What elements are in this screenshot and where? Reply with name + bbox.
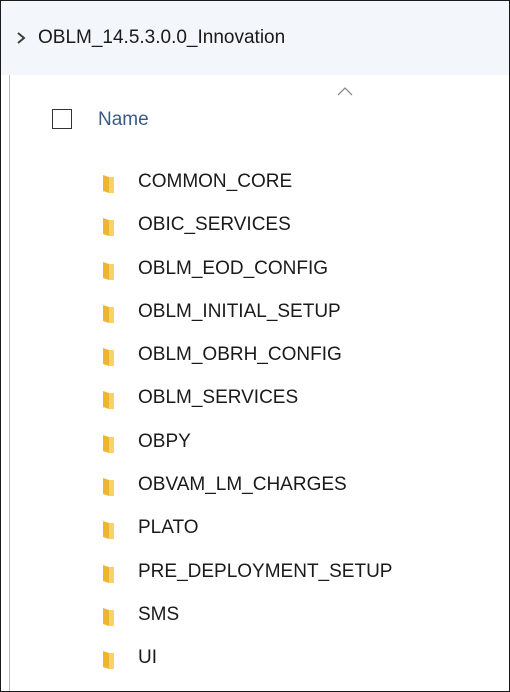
list-item[interactable]: OBLM_OBRH_CONFIG — [1, 337, 509, 380]
folder-icon — [100, 215, 122, 237]
list-item[interactable]: UI — [1, 640, 509, 683]
list-item[interactable]: PLATO — [1, 510, 509, 553]
file-name: PLATO — [138, 517, 199, 539]
folder-icon — [100, 388, 122, 410]
file-name: OBLM_OBRH_CONFIG — [138, 344, 342, 366]
explorer-window: OBLM_14.5.3.0.0_Innovation Name COMMON_C… — [0, 0, 510, 692]
file-name: OBLM_SERVICES — [138, 387, 299, 409]
file-name: UI — [138, 647, 157, 669]
folder-icon — [100, 432, 122, 454]
folder-icon — [100, 302, 122, 324]
chevron-right-icon[interactable] — [10, 32, 32, 44]
breadcrumb-path[interactable]: OBLM_14.5.3.0.0_Innovation — [38, 27, 285, 49]
folder-icon — [100, 475, 122, 497]
list-item[interactable]: OBIC_SERVICES — [1, 207, 509, 250]
name-column-header[interactable]: Name — [98, 109, 149, 131]
column-header-row — [1, 75, 509, 167]
sort-ascending-icon — [337, 87, 353, 96]
file-name: OBLM_INITIAL_SETUP — [138, 300, 341, 322]
list-item[interactable]: OBLM_INITIAL_SETUP — [1, 294, 509, 337]
file-name: OBLM_EOD_CONFIG — [138, 257, 329, 279]
select-all-checkbox[interactable] — [52, 109, 72, 129]
file-list: COMMON_CORE OBIC_SERVICES OBLM_EOD_CONFI… — [1, 164, 509, 684]
file-name: SMS — [138, 603, 180, 625]
list-item[interactable]: OBPY — [1, 424, 509, 467]
folder-icon — [100, 259, 122, 281]
folder-icon — [100, 562, 122, 584]
file-name: OBVAM_LM_CHARGES — [138, 474, 347, 496]
file-name: OBPY — [138, 430, 191, 452]
address-bar[interactable]: OBLM_14.5.3.0.0_Innovation — [1, 1, 509, 75]
folder-icon — [100, 345, 122, 367]
file-name: PRE_DEPLOYMENT_SETUP — [138, 560, 393, 582]
list-item[interactable]: COMMON_CORE — [1, 164, 509, 207]
folder-icon — [100, 648, 122, 670]
list-item[interactable]: OBVAM_LM_CHARGES — [1, 467, 509, 510]
file-name: OBIC_SERVICES — [138, 214, 291, 236]
list-item[interactable]: SMS — [1, 597, 509, 640]
folder-icon — [100, 518, 122, 540]
list-item[interactable]: OBLM_EOD_CONFIG — [1, 251, 509, 294]
list-item[interactable]: OBLM_SERVICES — [1, 380, 509, 423]
file-name: COMMON_CORE — [138, 171, 293, 192]
folder-icon — [100, 172, 122, 194]
list-item[interactable]: PRE_DEPLOYMENT_SETUP — [1, 554, 509, 597]
folder-icon — [100, 605, 122, 627]
